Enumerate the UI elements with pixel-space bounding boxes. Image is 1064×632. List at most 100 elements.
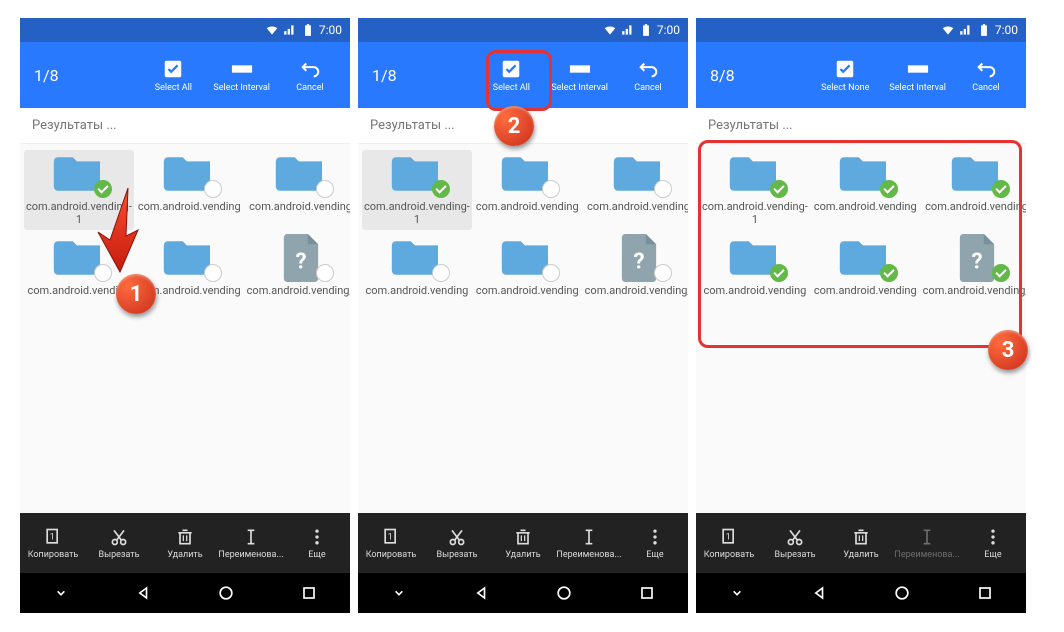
delete-button[interactable]: Удалить — [490, 527, 556, 560]
more-button[interactable]: Еще — [284, 527, 350, 560]
select-interval-button[interactable]: Select Interval — [879, 54, 956, 97]
cut-button[interactable]: Вырезать — [86, 527, 152, 560]
undo-icon — [299, 58, 321, 80]
item-filename: com.android.vending_ — [585, 284, 688, 312]
selection-badge[interactable] — [542, 264, 560, 282]
nav-home-icon[interactable] — [892, 583, 912, 603]
rename-button[interactable]: Переименова... — [218, 527, 284, 560]
selection-count: 8/8 — [706, 66, 811, 85]
wifi-icon — [603, 23, 617, 37]
interval-icon — [231, 58, 253, 80]
undo-icon — [975, 58, 997, 80]
check-icon — [834, 58, 856, 80]
nav-menu-icon[interactable] — [389, 583, 409, 603]
selection-badge[interactable] — [542, 180, 560, 198]
nav-bar — [696, 573, 1026, 613]
interval-icon — [907, 58, 929, 80]
interval-icon — [569, 58, 591, 80]
svg-text:1: 1 — [388, 532, 393, 542]
battery-icon — [977, 23, 991, 37]
grid-item[interactable]: com.android.vending — [583, 150, 688, 230]
app-bar: 1/8Select AllSelect IntervalCancel — [20, 42, 350, 108]
rename-button[interactable]: Переименова... — [556, 527, 622, 560]
selection-count: 1/8 — [368, 66, 481, 85]
item-filename: com.android.vending — [585, 200, 688, 228]
select-interval-button[interactable]: Select Interval — [203, 54, 280, 97]
breadcrumb[interactable]: Результаты ... — [696, 108, 1026, 144]
battery-icon — [301, 23, 315, 37]
folder-icon — [272, 152, 330, 196]
nav-bar — [358, 573, 688, 613]
cut-button[interactable]: Вырезать — [424, 527, 490, 560]
copy-button[interactable]: 1Копировать — [696, 527, 762, 560]
breadcrumb[interactable]: Результаты ... — [20, 108, 350, 144]
nav-recent-icon[interactable] — [299, 583, 319, 603]
selection-badge[interactable] — [204, 264, 222, 282]
cancel-button[interactable]: Cancel — [618, 54, 678, 97]
callout-badge: 3 — [988, 330, 1028, 370]
status-time: 7:00 — [657, 23, 680, 37]
bottom-toolbar: 1КопироватьВырезатьУдалитьПереименова...… — [20, 513, 350, 573]
phone-screen-3: 7:008/8Select NoneSelect IntervalCancelР… — [696, 18, 1026, 613]
copy-icon: 1 — [381, 527, 401, 547]
item-filename: com.android.vending — [476, 200, 579, 228]
selection-badge[interactable] — [204, 180, 222, 198]
grid-item[interactable]: ? com.android.vending_ — [583, 234, 688, 314]
more-button[interactable]: Еще — [960, 527, 1026, 560]
nav-menu-icon[interactable] — [51, 583, 71, 603]
grid-item[interactable]: com.android.vending — [474, 150, 581, 230]
grid-item[interactable]: com.android.vending-1 — [362, 150, 472, 230]
nav-back-icon[interactable] — [472, 583, 492, 603]
status-bar: 7:00 — [696, 18, 1026, 42]
selection-badge[interactable] — [654, 264, 672, 282]
grid-item[interactable]: com.android.vending — [136, 150, 243, 230]
copy-button[interactable]: 1Копировать — [20, 527, 86, 560]
item-filename: com.android.vending — [364, 284, 470, 312]
selection-badge[interactable] — [316, 180, 334, 198]
cancel-button[interactable]: Cancel — [280, 54, 340, 97]
nav-back-icon[interactable] — [134, 583, 154, 603]
selection-badge[interactable] — [316, 264, 334, 282]
signal-icon — [621, 23, 635, 37]
cancel-button[interactable]: Cancel — [956, 54, 1016, 97]
nav-recent-icon[interactable] — [975, 583, 995, 603]
folder-icon — [160, 152, 218, 196]
folder-icon — [388, 236, 446, 280]
folder-icon — [610, 152, 668, 196]
nav-home-icon[interactable] — [216, 583, 236, 603]
grid-item[interactable]: com.android.vending — [245, 150, 350, 230]
item-filename: com.android.vending_ — [247, 284, 350, 312]
copy-button[interactable]: 1Копировать — [358, 527, 424, 560]
select-all-button[interactable]: Select None — [811, 54, 879, 97]
bottom-toolbar: 1КопироватьВырезатьУдалитьПереименова...… — [358, 513, 688, 573]
folder-icon — [388, 152, 446, 196]
wifi-icon — [941, 23, 955, 37]
grid-item[interactable]: com.android.vending — [474, 234, 581, 314]
item-filename: com.android.vending — [247, 200, 350, 228]
status-time: 7:00 — [319, 23, 342, 37]
select-interval-button[interactable]: Select Interval — [541, 54, 618, 97]
callout-badge: 2 — [494, 106, 534, 146]
grid-item[interactable]: com.android.vending — [362, 234, 472, 314]
selection-badge[interactable] — [432, 180, 450, 198]
nav-back-icon[interactable] — [810, 583, 830, 603]
delete-button[interactable]: Удалить — [152, 527, 218, 560]
selection-badge[interactable] — [654, 180, 672, 198]
selection-count: 1/8 — [30, 66, 143, 85]
svg-text:1: 1 — [726, 532, 731, 542]
grid-item[interactable]: ?com.android.vending_ — [245, 234, 350, 314]
trash-icon — [175, 527, 195, 547]
nav-menu-icon[interactable] — [727, 583, 747, 603]
app-bar: 8/8Select NoneSelect IntervalCancel — [696, 42, 1026, 108]
folder-icon — [498, 152, 556, 196]
undo-icon — [637, 58, 659, 80]
file-icon: ? — [610, 236, 668, 280]
selection-badge[interactable] — [432, 264, 450, 282]
more-button[interactable]: Еще — [622, 527, 688, 560]
more-icon — [307, 527, 327, 547]
select-all-button[interactable]: Select All — [143, 54, 203, 97]
nav-recent-icon[interactable] — [637, 583, 657, 603]
nav-home-icon[interactable] — [554, 583, 574, 603]
delete-button[interactable]: Удалить — [828, 527, 894, 560]
cut-button[interactable]: Вырезать — [762, 527, 828, 560]
